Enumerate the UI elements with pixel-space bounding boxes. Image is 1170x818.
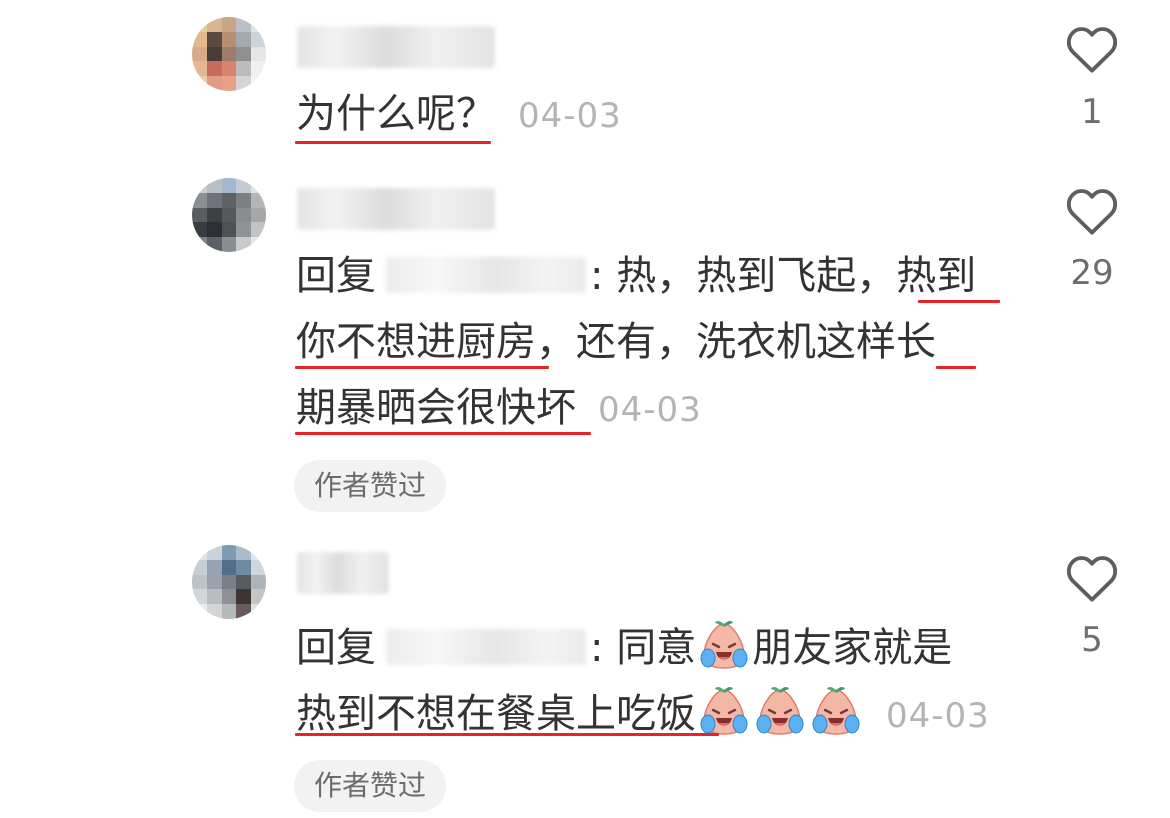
comment-text-content: : 同意 [590,625,697,671]
mentioned-user-blurred[interactable] [386,629,586,665]
crying-laughing-emoji-icon [700,686,748,735]
reply-label: 回复 [296,253,376,299]
heart-outline-icon [1066,27,1118,73]
highlight-underline [295,366,549,369]
heart-outline-icon [1066,556,1118,602]
avatar[interactable] [192,178,266,252]
comment-text-content: 朋友家就是 [752,625,953,671]
comment-list: 为什么呢？ 04-03 1 回复 : 热，热到飞起，热到 你不想进厨房，还有，洗衣机… [0,0,1170,818]
highlight-underline [295,141,491,144]
comment-text-content: 期暴晒会很快坏 [296,385,576,431]
comment-time: 04-03 [598,390,702,430]
highlight-underline [918,300,1000,303]
highlight-underline [936,366,976,369]
username-blurred[interactable] [297,26,495,68]
crying-laughing-emoji-icon [812,686,860,735]
author-liked-badge: 作者赞过 [294,460,447,512]
comment-text-content: 为什么呢？ [296,91,496,137]
like-button[interactable] [1062,553,1122,603]
comment-time: 04-03 [886,696,990,736]
highlight-underline [295,432,591,435]
mentioned-user-blurred[interactable] [386,257,586,293]
like-count: 1 [1081,92,1103,132]
username-blurred[interactable] [297,188,495,230]
crying-laughing-emoji-icon [756,686,804,735]
comment-text-content: : 热，热到飞起，热到 [590,253,977,299]
like-count: 29 [1070,253,1114,293]
comment-text: 为什么呢？ 04-03 [296,90,622,140]
reply-label: 回复 [296,625,376,671]
comment-text-line-3: 期暴晒会很快坏 04-03 [296,384,702,434]
comment-text-content: 你不想进厨房，还有，洗衣机这样长 [296,319,936,365]
heart-outline-icon [1066,189,1118,235]
comment-text-line-1: 回复 : 热，热到飞起，热到 [296,252,976,300]
comment-text-content: 热到不想在餐桌上吃饭 [296,691,696,737]
like-button[interactable] [1062,186,1122,236]
comment-text-line-2: 你不想进厨房，还有，洗衣机这样长 [296,318,936,366]
author-liked-badge: 作者赞过 [294,760,447,812]
comment-time: 04-03 [518,96,622,136]
comment-text-line-2: 热到不想在餐桌上吃饭 04-03 [296,684,990,748]
username-blurred[interactable] [297,552,389,594]
crying-laughing-emoji-icon [700,620,748,669]
like-count: 5 [1081,620,1103,660]
like-button[interactable] [1062,24,1122,74]
highlight-underline [295,733,719,736]
avatar[interactable] [192,17,266,91]
comment-text-line-1: 回复 : 同意 朋友家就是 [296,618,952,682]
avatar[interactable] [192,545,266,619]
